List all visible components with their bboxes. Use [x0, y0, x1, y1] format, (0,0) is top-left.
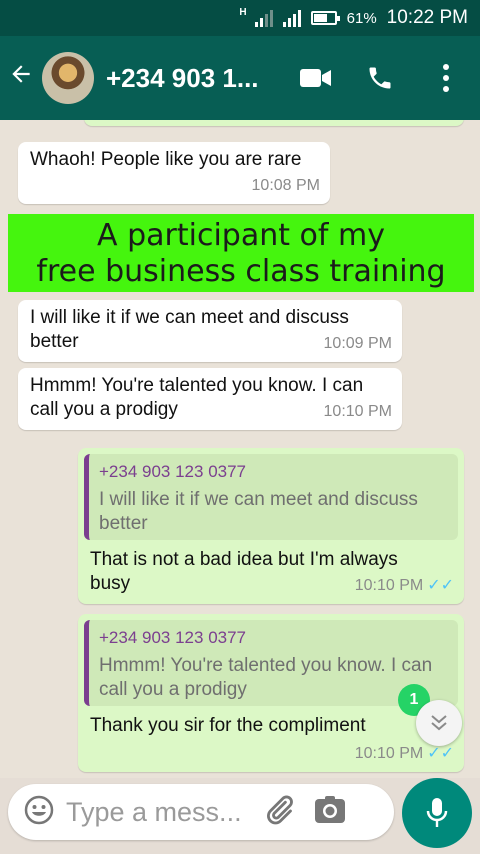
message-bubble-outgoing[interactable]: +234 903 123 0377 I will like it if we c…	[78, 448, 464, 604]
previous-message-bubble	[84, 120, 464, 126]
quoted-sender: +234 903 123 0377	[99, 628, 247, 647]
quoted-text: Hmmm! You're talented you know. I can ca…	[99, 655, 433, 700]
more-options-icon[interactable]	[422, 54, 470, 102]
message-time: 10:09 PM	[323, 335, 392, 352]
read-ticks-icon: ✓✓	[427, 745, 454, 762]
signal-strength-icon	[254, 9, 273, 27]
battery-icon	[310, 11, 340, 25]
signal-strength-icon-2	[282, 9, 301, 27]
read-ticks-icon: ✓✓	[427, 577, 454, 594]
status-time: 10:22 PM	[386, 7, 468, 28]
quoted-sender: +234 903 123 0377	[99, 462, 247, 481]
message-time: 10:10 PM	[323, 403, 392, 420]
scroll-to-bottom-button[interactable]	[416, 700, 462, 746]
banner-line-1: A participant of my	[97, 218, 385, 253]
chat-area[interactable]: Whaoh! People like you are rare 10:08 PM…	[0, 120, 480, 778]
chevron-double-down-icon	[431, 715, 447, 731]
quoted-reply[interactable]: +234 903 123 0377 I will like it if we c…	[84, 454, 458, 540]
status-bar: H 61% 10:22 PM	[0, 0, 480, 36]
attach-icon[interactable]	[262, 793, 296, 832]
phone-icon[interactable]	[356, 54, 404, 102]
mic-icon	[426, 798, 448, 827]
back-arrow-icon[interactable]	[8, 61, 38, 95]
message-input[interactable]: Type a mess...	[66, 797, 256, 828]
emoji-icon[interactable]	[24, 795, 54, 830]
message-bubble-incoming[interactable]: Hmmm! You're talented you know. I can ca…	[18, 368, 402, 430]
chat-header: +234 903 1...	[0, 36, 480, 120]
caption-banner: A participant of my free business class …	[8, 214, 474, 292]
message-bubble-incoming[interactable]: Whaoh! People like you are rare 10:08 PM	[18, 142, 330, 204]
camera-icon[interactable]	[314, 795, 346, 829]
contact-name[interactable]: +234 903 1...	[106, 63, 276, 94]
banner-line-2: free business class training	[36, 254, 446, 289]
message-input-bar[interactable]: Type a mess...	[8, 784, 394, 840]
message-text: Whaoh! People like you are rare	[30, 149, 302, 170]
message-bubble-incoming[interactable]: I will like it if we can meet and discus…	[18, 300, 402, 362]
contact-avatar[interactable]	[42, 52, 94, 104]
quoted-text: I will like it if we can meet and discus…	[99, 489, 418, 534]
battery-percent: 61%	[346, 9, 377, 27]
message-time: 10:10 PM ✓✓	[354, 577, 454, 594]
network-type: H	[239, 6, 247, 18]
video-call-icon[interactable]	[292, 54, 340, 102]
mic-button[interactable]	[402, 778, 472, 848]
message-text: Thank you sir for the compliment	[90, 715, 366, 736]
message-time: 10:08 PM	[251, 177, 320, 194]
